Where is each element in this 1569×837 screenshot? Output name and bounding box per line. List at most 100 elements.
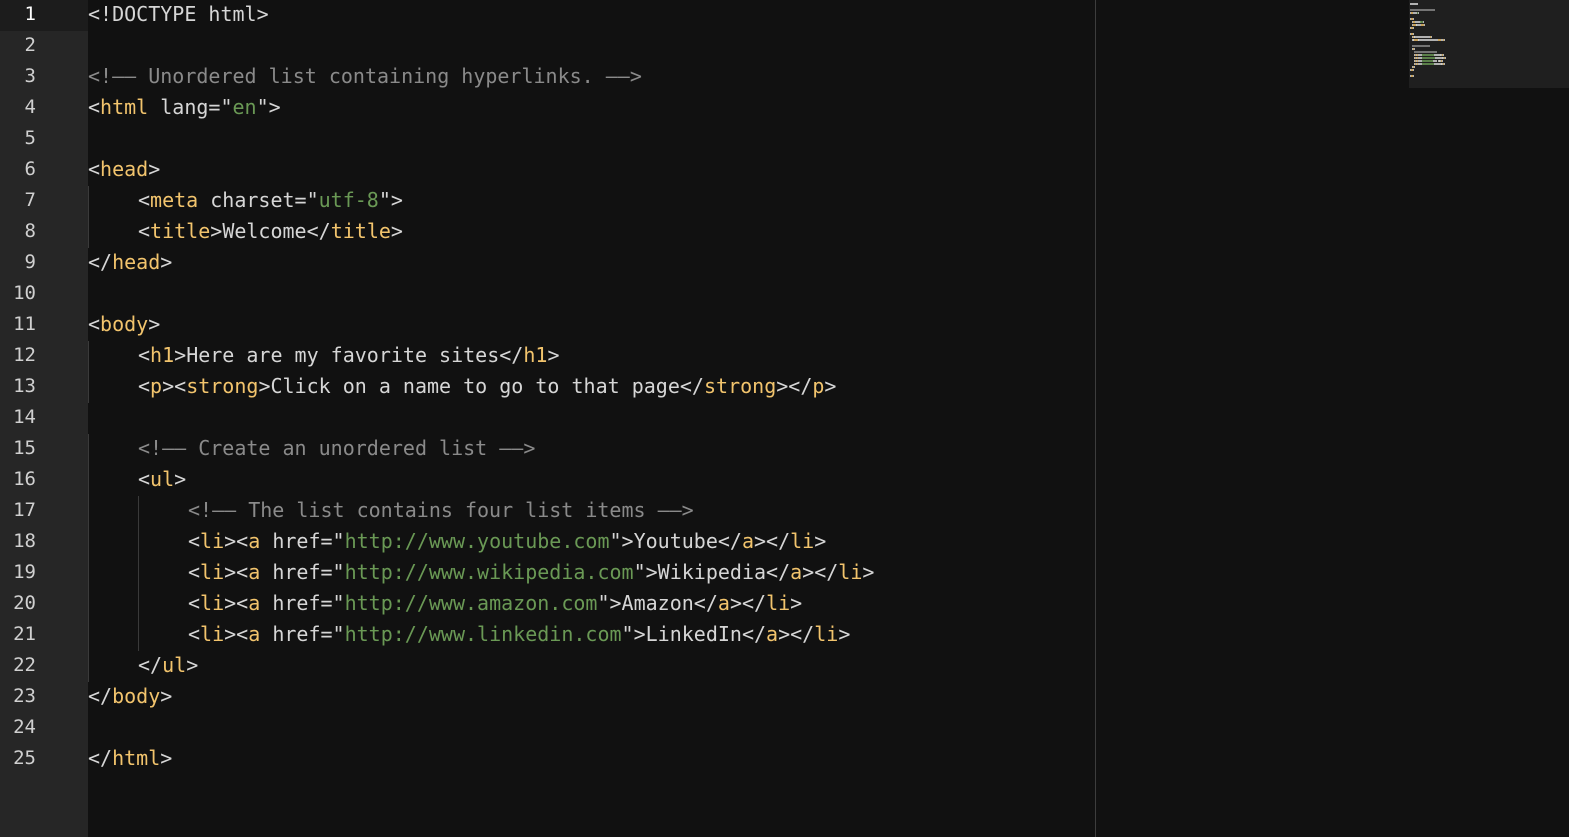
minimap-token [1421, 57, 1435, 59]
token-punc: < [138, 343, 151, 367]
token-tag: html [100, 95, 149, 119]
code-line[interactable]: <meta charset="utf-8"> [138, 186, 403, 217]
code-line[interactable]: <h1>Here are my favorite sites</h1> [138, 341, 560, 372]
code-line[interactable]: </ul> [138, 651, 198, 682]
line-number-gutter: 1 2 3 4 5 6 7 8 9 10 11 12 13 14 15 16 17 18 19 20 21 22 23 24 2… [0, 0, 88, 837]
code-line[interactable]: <ul> [138, 465, 186, 496]
line-number: 24 [13, 716, 36, 738]
line-number: 14 [13, 406, 36, 428]
code-line[interactable]: <li><a href="http://www.youtube.com">You… [188, 527, 826, 558]
token-punc: < [188, 560, 201, 584]
indent-guide [88, 186, 89, 248]
line-number: 18 [13, 530, 36, 552]
token-punc: </ [741, 622, 767, 646]
line-number: 21 [13, 623, 36, 645]
code-line[interactable]: <p><strong>Click on a name to go to that… [138, 372, 836, 403]
code-line[interactable]: <!DOCTYPE html> [88, 0, 269, 31]
minimap-token [1413, 27, 1415, 29]
token-tag: strong [186, 374, 259, 398]
code-line[interactable]: </html> [88, 744, 172, 775]
code-editor[interactable]: 1 2 3 4 5 6 7 8 9 10 11 12 13 14 15 16 17 18 19 20 21 22 23 24 2… [0, 0, 1569, 837]
token-str: http://www.wikipedia.com [344, 560, 634, 584]
minimap-token [1445, 57, 1447, 59]
token-punc: > [148, 312, 161, 336]
token-com: <!—— Unordered list containing hyperlink… [88, 64, 642, 88]
minimap-token [1414, 36, 1429, 38]
code-line[interactable]: </body> [88, 682, 172, 713]
token-tag: p [812, 374, 825, 398]
code-line[interactable]: <title>Welcome</title> [138, 217, 403, 248]
token-punc: </ [88, 250, 113, 274]
line-number: 3 [24, 65, 36, 87]
code-area[interactable]: <!DOCTYPE html> <!—— Unordered list conta… [88, 0, 1093, 837]
code-line[interactable]: <li><a href="http://www.linkedin.com">Li… [188, 620, 850, 651]
code-line[interactable]: <li><a href="http://www.amazon.com">Amaz… [188, 589, 802, 620]
minimap-token [1414, 51, 1438, 53]
token-punc: >< [224, 591, 249, 615]
token-attr: href= [260, 529, 333, 553]
token-tag: h1 [150, 343, 175, 367]
token-tag: h1 [523, 343, 548, 367]
token-text: LinkedIn [645, 622, 742, 646]
code-line[interactable]: <!—— Unordered list containing hyperlink… [88, 62, 642, 93]
line-number: 8 [24, 220, 36, 242]
token-tag: head [100, 157, 149, 181]
code-line[interactable]: <html lang="en"> [88, 93, 281, 124]
line-number: 1 [24, 3, 36, 25]
token-punc: </ [717, 529, 742, 553]
token-text: Wikipedia [657, 560, 767, 584]
token-tag: li [200, 622, 225, 646]
token-tag: a [717, 591, 730, 615]
minimap-token [1443, 54, 1444, 56]
token-punc: </ [88, 684, 113, 708]
token-punc: > [862, 560, 875, 584]
minimap-token [1410, 9, 1436, 11]
token-punc: > [547, 343, 560, 367]
token-punc: <!DOCTYPE html> [88, 2, 269, 26]
token-punc: > [824, 374, 837, 398]
code-line[interactable]: <head> [88, 155, 160, 186]
minimap-token [1444, 63, 1446, 65]
token-tag: ul [162, 653, 187, 677]
token-punc: " [332, 591, 345, 615]
token-punc: < [138, 374, 151, 398]
code-line[interactable]: </head> [88, 248, 172, 279]
token-str: utf-8 [318, 188, 379, 212]
token-punc: "> [256, 95, 281, 119]
token-punc: ></ [778, 622, 815, 646]
token-attr: href= [260, 560, 333, 584]
code-line[interactable]: <!—— The list contains four list items —… [188, 496, 694, 527]
line-number: 12 [13, 344, 36, 366]
token-tag: li [200, 529, 225, 553]
line-number: 17 [13, 499, 36, 521]
line-number: 2 [24, 34, 36, 56]
token-punc: > [148, 157, 161, 181]
token-tag: a [248, 591, 261, 615]
token-tag: a [790, 560, 803, 584]
token-tag: head [112, 250, 161, 274]
token-punc: < [188, 622, 201, 646]
minimap-token [1417, 12, 1419, 14]
minimap-token [1413, 75, 1415, 77]
token-punc: </ [499, 343, 524, 367]
token-punc: > [174, 343, 187, 367]
token-tag: li [790, 529, 815, 553]
minimap[interactable] [1409, 0, 1569, 88]
token-text: Here are my favorite sites [186, 343, 500, 367]
code-line[interactable]: <!—— Create an unordered list ——> [138, 434, 535, 465]
code-line[interactable]: <li><a href="http://www.wikipedia.com">W… [188, 558, 874, 589]
token-tag: li [200, 560, 225, 584]
minimap-token [1421, 63, 1435, 65]
line-number: 4 [24, 96, 36, 118]
line-number: 11 [13, 313, 36, 335]
token-text: Youtube [633, 529, 718, 553]
code-line[interactable]: <body> [88, 310, 160, 341]
token-punc: < [188, 529, 201, 553]
line-number: 9 [24, 251, 36, 273]
token-punc: < [138, 188, 151, 212]
vertical-ruler [1095, 0, 1096, 837]
minimap-token [1412, 33, 1414, 35]
minimap-token [1441, 60, 1443, 62]
token-punc: </ [88, 746, 113, 770]
token-tag: body [112, 684, 161, 708]
